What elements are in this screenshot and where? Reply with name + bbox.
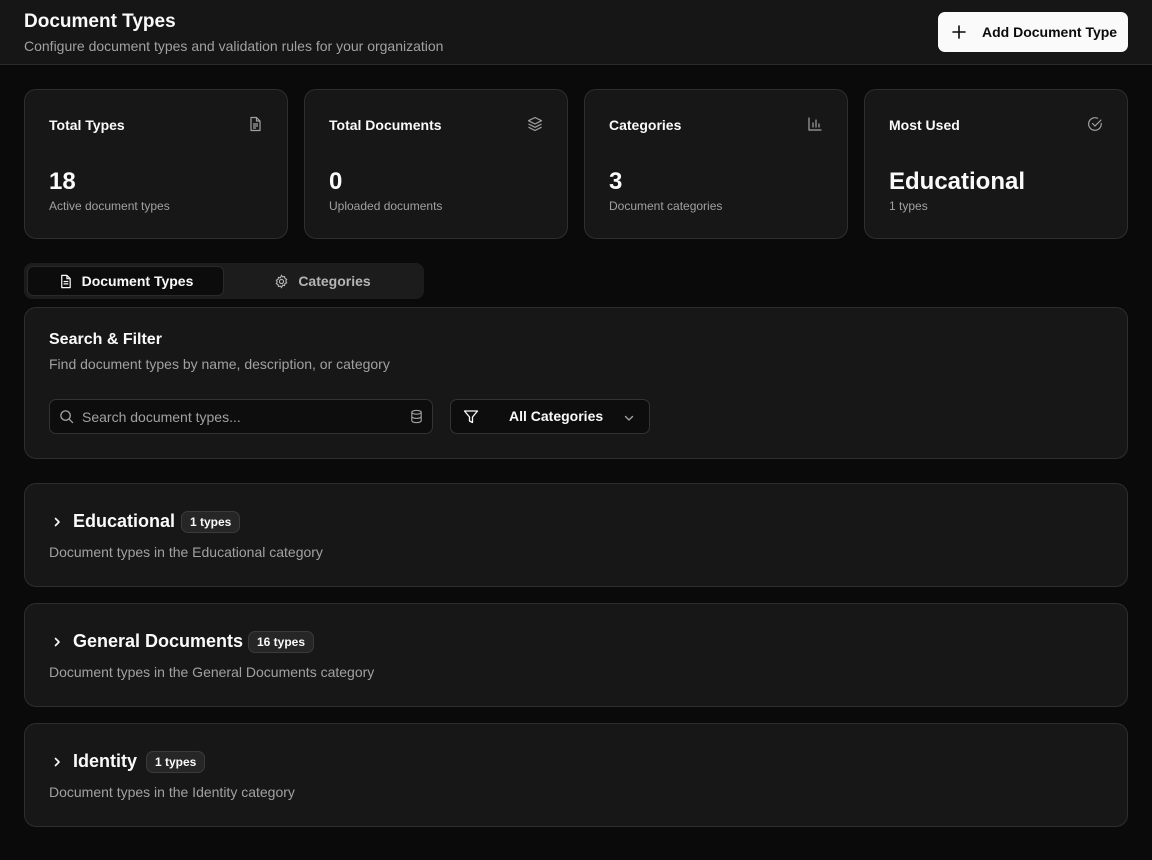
stat-card-total-types: Total Types 18 Active document types <box>24 89 288 239</box>
page-header: Document Types Configure document types … <box>0 0 1152 65</box>
search-box <box>49 399 433 434</box>
chevron-down-icon <box>623 411 635 429</box>
tab-document-types[interactable]: Document Types <box>27 266 224 296</box>
chevron-right-icon[interactable] <box>51 755 63 773</box>
filter-icon <box>463 409 479 430</box>
filter-selected-value: All Categories <box>509 408 604 424</box>
search-filter-description: Find document types by name, description… <box>49 356 390 372</box>
search-filter-title: Search & Filter <box>49 331 162 348</box>
category-name: General Documents <box>73 631 244 651</box>
stat-title: Categories <box>609 117 682 133</box>
category-description: Document types in the Educational catego… <box>49 544 323 560</box>
tab-label: Categories <box>298 273 371 289</box>
add-document-type-button[interactable]: Add Document Type <box>938 12 1128 52</box>
category-description: Document types in the General Documents … <box>49 664 375 680</box>
category-name: Identity <box>73 751 138 771</box>
stat-subtext: Document categories <box>609 199 723 213</box>
plus-icon <box>952 25 966 39</box>
layers-icon <box>527 116 543 132</box>
stat-card-most-used: Most Used Educational 1 types <box>864 89 1128 239</box>
bar-chart-icon <box>807 116 823 132</box>
page-title: Document Types <box>24 11 176 32</box>
stat-title: Most Used <box>889 117 960 133</box>
category-description: Document types in the Identity category <box>49 784 295 800</box>
stat-card-categories: Categories 3 Document categories <box>584 89 848 239</box>
chevron-right-icon[interactable] <box>51 635 63 653</box>
category-name: Educational <box>73 511 176 531</box>
count-badge: 1 types <box>181 511 241 533</box>
page-subtitle: Configure document types and validation … <box>24 38 444 54</box>
category-section-general-documents[interactable]: General Documents 16 types Document type… <box>24 603 1128 707</box>
stat-title: Total Types <box>49 117 125 133</box>
file-text-icon <box>60 274 71 288</box>
search-input[interactable] <box>82 400 402 433</box>
tab-label: Document Types <box>81 273 194 289</box>
view-tabs: Document Types Categories <box>24 263 424 299</box>
stat-value: 3 <box>609 168 623 195</box>
stat-value: Educational <box>889 168 1026 195</box>
stat-card-total-documents: Total Documents 0 Uploaded documents <box>304 89 568 239</box>
stat-subtext: 1 types <box>889 199 928 213</box>
tab-categories[interactable]: Categories <box>224 266 421 296</box>
category-section-educational[interactable]: Educational 1 types Document types in th… <box>24 483 1128 587</box>
stat-value: 0 <box>329 168 343 195</box>
stat-value: 18 <box>49 168 76 195</box>
stat-title: Total Documents <box>329 117 442 133</box>
file-text-icon <box>247 116 263 132</box>
check-circle-icon <box>1087 116 1103 132</box>
count-badge: 16 types <box>248 631 315 653</box>
search-filter-panel: Search & Filter Find document types by n… <box>24 307 1128 459</box>
database-icon <box>409 409 424 429</box>
stat-subtext: Active document types <box>49 199 170 213</box>
gear-icon <box>275 273 288 289</box>
add-document-type-label: Add Document Type <box>982 24 1118 40</box>
category-filter-select[interactable]: All Categories <box>450 399 650 434</box>
search-icon <box>59 409 74 429</box>
chevron-right-icon[interactable] <box>51 515 63 533</box>
stat-subtext: Uploaded documents <box>329 199 443 213</box>
category-section-identity[interactable]: Identity 1 types Document types in the I… <box>24 723 1128 827</box>
count-badge: 1 types <box>146 751 206 773</box>
